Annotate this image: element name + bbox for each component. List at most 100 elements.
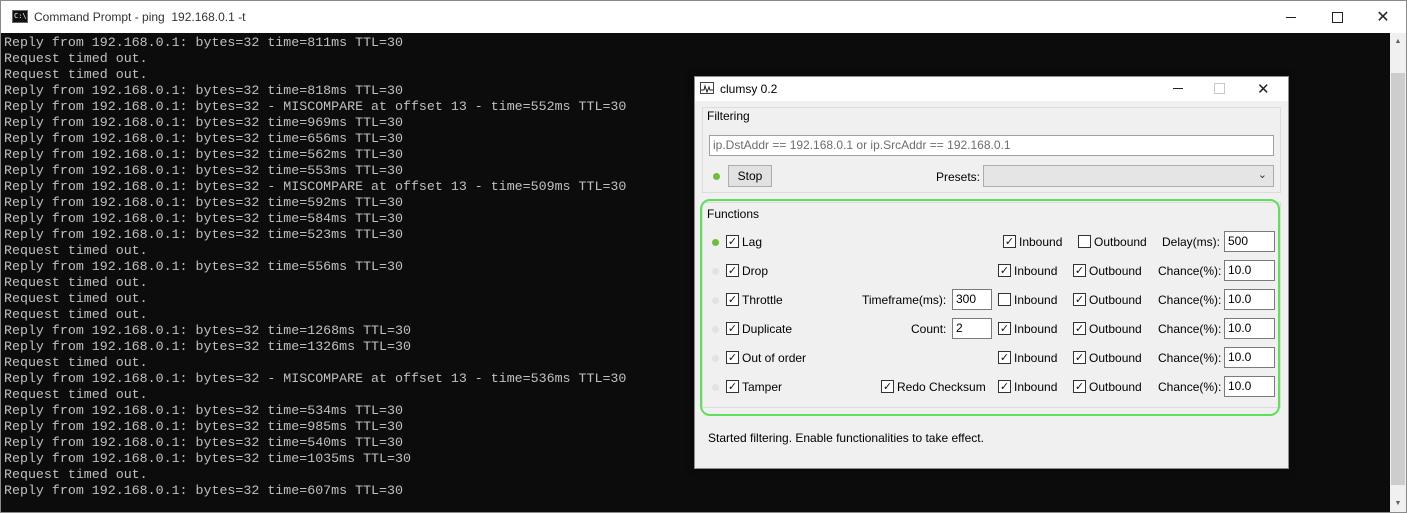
- console-lines: Reply from 192.168.0.1: bytes=32 time=81…: [4, 35, 626, 499]
- tamper-enable-checkbox[interactable]: ✓: [726, 380, 739, 393]
- presets-label: Presets:: [936, 170, 981, 184]
- throttle-chance-label: Chance(%):: [1158, 293, 1222, 307]
- lag-inbound-checkbox[interactable]: ✓: [1003, 235, 1016, 248]
- redo-checksum-checkbox[interactable]: ✓: [881, 380, 894, 393]
- throttle-enable-checkbox[interactable]: ✓: [726, 293, 739, 306]
- throttle-outbound-checkbox[interactable]: ✓: [1073, 293, 1086, 306]
- lag-outbound-checkbox[interactable]: [1078, 235, 1091, 248]
- tamper-chance-label: Chance(%):: [1158, 380, 1222, 394]
- scrollbar-thumb[interactable]: [1391, 73, 1405, 485]
- close-icon[interactable]: ✕: [1257, 77, 1270, 101]
- maximize-icon: [1331, 11, 1343, 23]
- drop-enable-checkbox[interactable]: ✓: [726, 264, 739, 277]
- console-line: Reply from 192.168.0.1: bytes=32 time=60…: [4, 483, 403, 498]
- duplicate-chance-input[interactable]: 10.0: [1224, 318, 1275, 339]
- function-status-dot: [712, 268, 719, 275]
- maximize-button[interactable]: [1314, 1, 1360, 33]
- presets-dropdown[interactable]: ⌄: [983, 165, 1274, 187]
- tamper-chance-input[interactable]: 10.0: [1224, 376, 1275, 397]
- lag-enable-checkbox[interactable]: ✓: [726, 235, 739, 248]
- duplicate-inbound-checkbox[interactable]: ✓: [998, 322, 1011, 335]
- console-line: Reply from 192.168.0.1: bytes=32 - MISCO…: [4, 179, 627, 194]
- filter-input[interactable]: ip.DstAddr == 192.168.0.1 or ip.SrcAddr …: [709, 135, 1274, 156]
- console-line: Request timed out.: [4, 275, 148, 290]
- function-status-dot: [712, 239, 719, 246]
- lag-label: Lag: [742, 235, 763, 249]
- minimize-icon: [1286, 16, 1296, 18]
- duplicate-label: Duplicate: [742, 322, 793, 336]
- function-row-out-of-order: ✓ Out of order ✓ Inbound ✓ Outbound Chan…: [695, 347, 1288, 369]
- throttle-inbound-label: Inbound: [1014, 293, 1058, 307]
- function-status-dot: [712, 384, 719, 391]
- tamper-outbound-checkbox[interactable]: ✓: [1073, 380, 1086, 393]
- maximize-icon: [1214, 83, 1225, 94]
- lag-delay-label: Delay(ms):: [1162, 235, 1221, 249]
- minimize-button[interactable]: [1268, 1, 1314, 33]
- duplicate-chance-label: Chance(%):: [1158, 322, 1222, 336]
- close-icon: ✕: [1376, 7, 1390, 26]
- console-line: Reply from 192.168.0.1: bytes=32 time=58…: [4, 211, 403, 226]
- duplicate-outbound-checkbox[interactable]: ✓: [1073, 322, 1086, 335]
- duplicate-count-input[interactable]: 2: [952, 318, 992, 339]
- function-row-duplicate: ✓ Duplicate Count: 2 ✓ Inbound ✓ Outboun…: [695, 318, 1288, 340]
- console-line: Reply from 192.168.0.1: bytes=32 time=96…: [4, 115, 403, 130]
- lag-outbound-label: Outbound: [1094, 235, 1147, 249]
- stop-button[interactable]: Stop: [728, 165, 772, 187]
- chevron-down-icon: ⌄: [1257, 169, 1267, 181]
- console-line: Reply from 192.168.0.1: bytes=32 time=54…: [4, 435, 403, 450]
- duplicate-count-label: Count:: [911, 322, 947, 336]
- console-line: Reply from 192.168.0.1: bytes=32 time=98…: [4, 419, 403, 434]
- tamper-inbound-checkbox[interactable]: ✓: [998, 380, 1011, 393]
- tamper-inbound-label: Inbound: [1014, 380, 1058, 394]
- scroll-down-arrow-icon[interactable]: ▼: [1390, 495, 1406, 512]
- throttle-outbound-label: Outbound: [1089, 293, 1142, 307]
- drop-inbound-checkbox[interactable]: ✓: [998, 264, 1011, 277]
- vertical-scrollbar[interactable]: ▲ ▼: [1390, 33, 1406, 512]
- duplicate-enable-checkbox[interactable]: ✓: [726, 322, 739, 335]
- console-line: Reply from 192.168.0.1: bytes=32 time=53…: [4, 403, 403, 418]
- console-line: Reply from 192.168.0.1: bytes=32 time=81…: [4, 35, 403, 50]
- drop-outbound-checkbox[interactable]: ✓: [1073, 264, 1086, 277]
- console-line: Reply from 192.168.0.1: bytes=32 time=65…: [4, 131, 403, 146]
- out-of-order-outbound-checkbox[interactable]: ✓: [1073, 351, 1086, 364]
- function-row-throttle: ✓ Throttle Timeframe(ms): 300 Inbound ✓ …: [695, 289, 1288, 311]
- throttle-inbound-checkbox[interactable]: [998, 293, 1011, 306]
- throttle-timeframe-label: Timeframe(ms):: [862, 293, 947, 307]
- scroll-up-arrow-icon[interactable]: ▲: [1390, 33, 1406, 50]
- drop-inbound-label: Inbound: [1014, 264, 1058, 278]
- function-row-drop: ✓ Drop ✓ Inbound ✓ Outbound Chance(%): 1…: [695, 260, 1288, 282]
- minimize-icon[interactable]: [1173, 88, 1183, 89]
- cmd-titlebar[interactable]: C:\ Command Prompt - ping 192.168.0.1 -t…: [1, 1, 1406, 33]
- console-line: Request timed out.: [4, 355, 148, 370]
- out-of-order-inbound-checkbox[interactable]: ✓: [998, 351, 1011, 364]
- out-of-order-enable-checkbox[interactable]: ✓: [726, 351, 739, 364]
- out-of-order-outbound-label: Outbound: [1089, 351, 1142, 365]
- lag-delay-input[interactable]: 500: [1224, 231, 1275, 252]
- function-row-tamper: ✓ Tamper ✓ Redo Checksum ✓ Inbound ✓ Out…: [695, 376, 1288, 398]
- close-button[interactable]: ✕: [1360, 1, 1406, 33]
- duplicate-outbound-label: Outbound: [1089, 322, 1142, 336]
- console-line: Reply from 192.168.0.1: bytes=32 time=52…: [4, 227, 403, 242]
- console-line: Reply from 192.168.0.1: bytes=32 - MISCO…: [4, 371, 627, 386]
- duplicate-inbound-label: Inbound: [1014, 322, 1058, 336]
- console-line: Reply from 192.168.0.1: bytes=32 time=81…: [4, 83, 403, 98]
- filtering-label: Filtering: [707, 109, 750, 123]
- out-of-order-inbound-label: Inbound: [1014, 351, 1058, 365]
- out-of-order-chance-input[interactable]: 10.0: [1224, 347, 1275, 368]
- console-line: Reply from 192.168.0.1: bytes=32 time=13…: [4, 339, 411, 354]
- throttle-timeframe-input[interactable]: 300: [952, 289, 992, 310]
- tamper-outbound-label: Outbound: [1089, 380, 1142, 394]
- drop-label: Drop: [742, 264, 769, 278]
- console-line: Request timed out.: [4, 307, 148, 322]
- redo-checksum-label: Redo Checksum: [897, 380, 986, 394]
- console-line: Reply from 192.168.0.1: bytes=32 time=55…: [4, 163, 403, 178]
- console-line: Reply from 192.168.0.1: bytes=32 - MISCO…: [4, 99, 627, 114]
- out-of-order-label: Out of order: [742, 351, 807, 365]
- clumsy-window: clumsy 0.2 ✕ Filtering ip.DstAddr == 192…: [694, 76, 1289, 469]
- clumsy-titlebar[interactable]: clumsy 0.2 ✕: [695, 77, 1288, 101]
- throttle-chance-input[interactable]: 10.0: [1224, 289, 1275, 310]
- clumsy-app-icon: [700, 82, 714, 94]
- console-line: Reply from 192.168.0.1: bytes=32 time=55…: [4, 259, 403, 274]
- console-line: Reply from 192.168.0.1: bytes=32 time=56…: [4, 147, 403, 162]
- drop-chance-input[interactable]: 10.0: [1224, 260, 1275, 281]
